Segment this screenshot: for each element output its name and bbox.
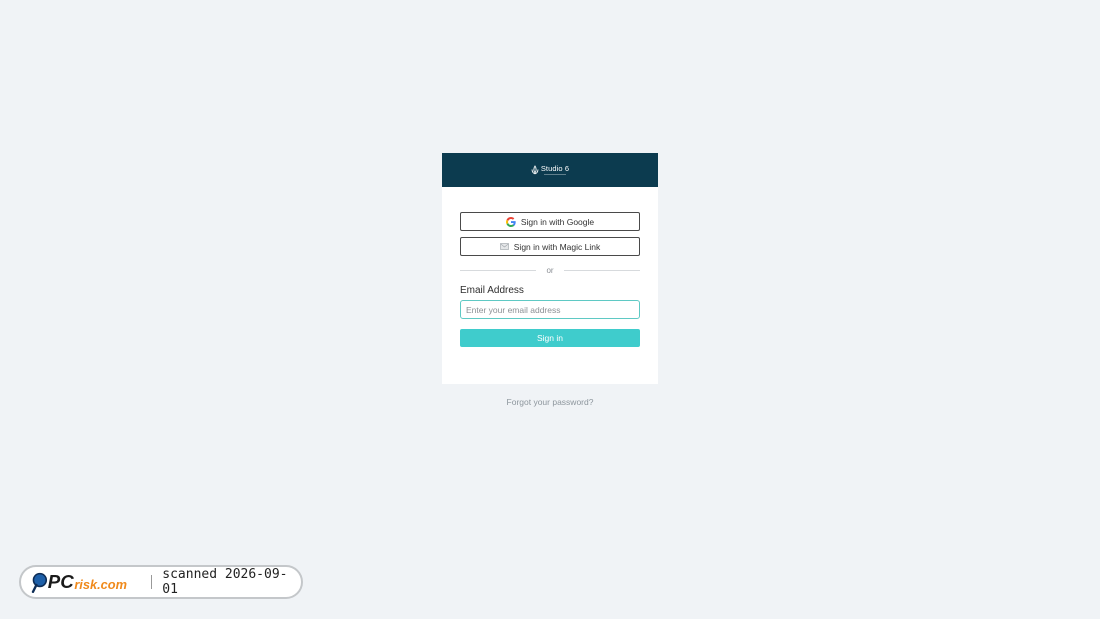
magic-link-signin-label: Sign in with Magic Link: [513, 241, 601, 252]
login-card: Studio 6 Sign in with Google Sign in wit…: [442, 153, 658, 384]
divider-text: or: [546, 265, 554, 275]
svg-text:PC: PC: [48, 571, 74, 592]
divider-line-left: [460, 269, 537, 271]
google-signin-button[interactable]: Sign in with Google: [460, 212, 640, 231]
pcrisk-logo: PC risk.com: [31, 571, 127, 593]
card-body: Sign in with Google Sign in with Magic L…: [442, 187, 658, 347]
brand-tagline-line: [543, 174, 566, 176]
page: Studio 6 Sign in with Google Sign in wit…: [0, 0, 1100, 619]
svg-text:risk.com: risk.com: [74, 577, 127, 592]
brand-name: Studio 6: [540, 163, 570, 173]
email-input[interactable]: [460, 300, 640, 319]
lotus-logo-icon: [531, 165, 539, 175]
magic-link-signin-button[interactable]: Sign in with Magic Link: [460, 237, 640, 256]
watermark-separator: [151, 575, 153, 589]
watermark-scan-date: scanned 2026-09-01: [162, 567, 288, 597]
envelope-icon: [499, 243, 509, 250]
signin-button[interactable]: Sign in: [460, 329, 640, 347]
google-signin-label: Sign in with Google: [520, 216, 595, 227]
google-icon: [505, 216, 516, 227]
email-label: Email Address: [460, 285, 524, 296]
brand-logo: Studio 6: [531, 165, 569, 176]
or-divider: or: [460, 265, 640, 275]
card-header: Studio 6: [442, 153, 658, 187]
pcrisk-watermark: PC risk.com scanned 2026-09-01: [19, 565, 303, 599]
divider-line-right: [563, 269, 640, 271]
forgot-password-link[interactable]: Forgot your password?: [442, 397, 658, 407]
